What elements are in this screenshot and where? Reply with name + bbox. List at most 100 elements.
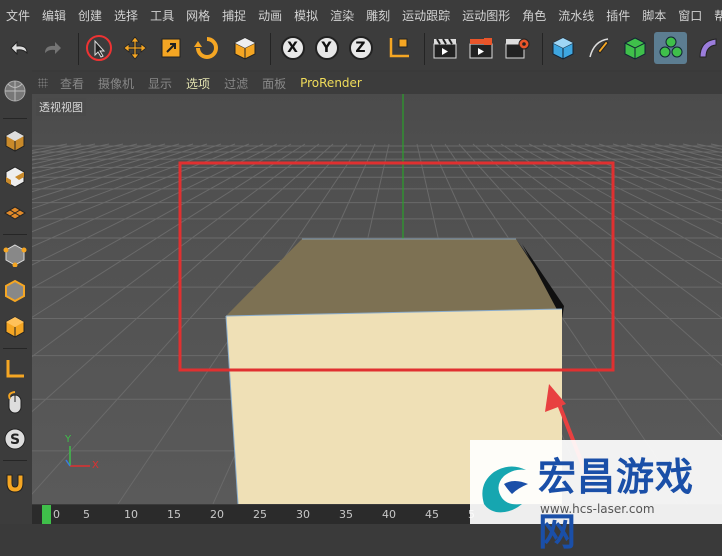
- timeline-tick: 0: [53, 508, 60, 521]
- viewport-menu-cameras[interactable]: 摄像机: [98, 75, 134, 92]
- viewport-menu: 查看 摄像机 显示 选项 过滤 面板 ProRender: [32, 72, 722, 94]
- cube-primitive-button[interactable]: [546, 32, 579, 64]
- deformer-button[interactable]: [690, 32, 722, 64]
- clapper-icon: [433, 38, 456, 59]
- bend-deformer-icon: [698, 38, 716, 58]
- menu-plugins[interactable]: 插件: [600, 7, 636, 24]
- render-picture-viewer-button[interactable]: [464, 32, 497, 64]
- watermark: 宏昌游戏网 www.hcs-laser.com: [470, 440, 722, 554]
- cube-recent-icon: [234, 37, 255, 60]
- axis-mode-button[interactable]: [1, 354, 29, 384]
- snap-toggle-button[interactable]: S: [1, 424, 29, 454]
- menu-tools[interactable]: 工具: [144, 7, 180, 24]
- timeline-tick: 5: [83, 508, 90, 521]
- menu-edit[interactable]: 编辑: [36, 7, 72, 24]
- edges-cube-icon: [5, 279, 25, 303]
- z-axis-lock-button[interactable]: Z: [344, 32, 377, 64]
- tweak-mode-button[interactable]: [1, 388, 29, 418]
- menu-select[interactable]: 选择: [108, 7, 144, 24]
- menu-animate[interactable]: 动画: [252, 7, 288, 24]
- dragon-logo-icon: [482, 466, 528, 513]
- redo-icon: [44, 42, 61, 54]
- z-axis-icon: Z: [348, 36, 373, 60]
- rotate-button[interactable]: [190, 32, 223, 64]
- texture-mode-button[interactable]: [1, 162, 29, 192]
- axis-corner-icon: [6, 360, 24, 378]
- workplane-button[interactable]: [1, 198, 29, 228]
- magnet-icon: [6, 474, 24, 493]
- viewport-menu-prorender[interactable]: ProRender: [300, 76, 362, 90]
- polygons-cube-icon: [5, 316, 25, 338]
- undo-icon: [9, 40, 28, 56]
- pen-icon: [588, 38, 609, 58]
- subdivision-surface-button[interactable]: [618, 32, 651, 64]
- viewport-menu-panel[interactable]: 面板: [262, 75, 286, 92]
- viewport-menu-filter[interactable]: 过滤: [224, 75, 248, 92]
- x-axis-icon: X: [280, 36, 305, 60]
- scale-icon: [161, 38, 180, 58]
- menu-file[interactable]: 文件: [0, 7, 36, 24]
- watermark-title: 宏昌游戏网: [538, 455, 695, 554]
- magnet-button[interactable]: [1, 468, 29, 498]
- menu-mesh[interactable]: 网格: [180, 7, 216, 24]
- pen-spline-button[interactable]: [582, 32, 615, 64]
- live-selection-icon: [85, 35, 112, 61]
- move-button[interactable]: [118, 32, 151, 64]
- grid-plane-icon: [4, 206, 26, 220]
- axis-x-label: X: [92, 460, 99, 471]
- live-selection-button[interactable]: [82, 32, 115, 64]
- viewport-menu-options[interactable]: 选项: [186, 75, 210, 92]
- scale-button[interactable]: [154, 32, 187, 64]
- polygon-mode-button[interactable]: [1, 312, 29, 342]
- cloner-button[interactable]: [654, 32, 687, 64]
- viewport-menu-view[interactable]: 查看: [60, 75, 84, 92]
- timeline-tick: 40: [382, 508, 396, 521]
- viewport-menu-display[interactable]: 显示: [148, 75, 172, 92]
- menu-mograph[interactable]: 运动图形: [456, 7, 516, 24]
- menu-motion-tracker[interactable]: 运动跟踪: [396, 7, 456, 24]
- move-icon: [122, 36, 147, 60]
- model-mode-button[interactable]: [1, 76, 29, 106]
- menu-bar: 文件 编辑 创建 选择 工具 网格 捕捉 动画 模拟 渲染 雕刻 运动跟踪 运动…: [0, 0, 722, 30]
- timeline-tick: 35: [339, 508, 353, 521]
- points-cube-icon: [3, 244, 27, 267]
- timeline-playhead[interactable]: [42, 505, 51, 524]
- menu-sculpt[interactable]: 雕刻: [360, 7, 396, 24]
- coordinate-system-icon: [389, 38, 409, 58]
- render-settings-button[interactable]: [500, 32, 533, 64]
- timeline-tick: 30: [296, 508, 310, 521]
- snap-s-icon: S: [4, 428, 26, 450]
- point-mode-button[interactable]: [1, 240, 29, 270]
- rotate-icon: [193, 37, 218, 59]
- watermark-url: www.hcs-laser.com: [540, 502, 655, 516]
- y-axis-lock-button[interactable]: Y: [310, 32, 343, 64]
- recent-object-button[interactable]: [228, 32, 261, 64]
- menu-pipeline[interactable]: 流水线: [552, 7, 600, 24]
- menu-script[interactable]: 脚本: [636, 7, 672, 24]
- timeline-tick: 45: [425, 508, 439, 521]
- menu-character[interactable]: 角色: [516, 7, 552, 24]
- x-axis-lock-button[interactable]: X: [276, 32, 309, 64]
- y-axis-icon: Y: [314, 36, 339, 60]
- menu-window[interactable]: 窗口: [672, 7, 708, 24]
- edge-mode-button[interactable]: [1, 276, 29, 306]
- main-toolbar: X Y Z: [0, 30, 722, 70]
- timeline-tick: 25: [253, 508, 267, 521]
- axis-y-label: Y: [65, 434, 72, 445]
- redo-button[interactable]: [36, 32, 69, 64]
- object-mode-button[interactable]: [1, 126, 29, 156]
- menu-help[interactable]: 帮助: [708, 7, 722, 24]
- clapper-render-icon: [469, 38, 492, 59]
- viewport-label: 透视视图: [36, 98, 86, 116]
- clapper-gear-icon: [505, 38, 529, 59]
- drag-grip-icon[interactable]: [38, 78, 48, 88]
- object-cube-icon: [5, 130, 25, 152]
- menu-simulate[interactable]: 模拟: [288, 7, 324, 24]
- coordinate-system-button[interactable]: [382, 32, 415, 64]
- menu-render[interactable]: 渲染: [324, 7, 360, 24]
- render-view-button[interactable]: [428, 32, 461, 64]
- timeline-tick: 10: [124, 508, 138, 521]
- menu-snap[interactable]: 捕捉: [216, 7, 252, 24]
- menu-create[interactable]: 创建: [72, 7, 108, 24]
- undo-button[interactable]: [2, 32, 35, 64]
